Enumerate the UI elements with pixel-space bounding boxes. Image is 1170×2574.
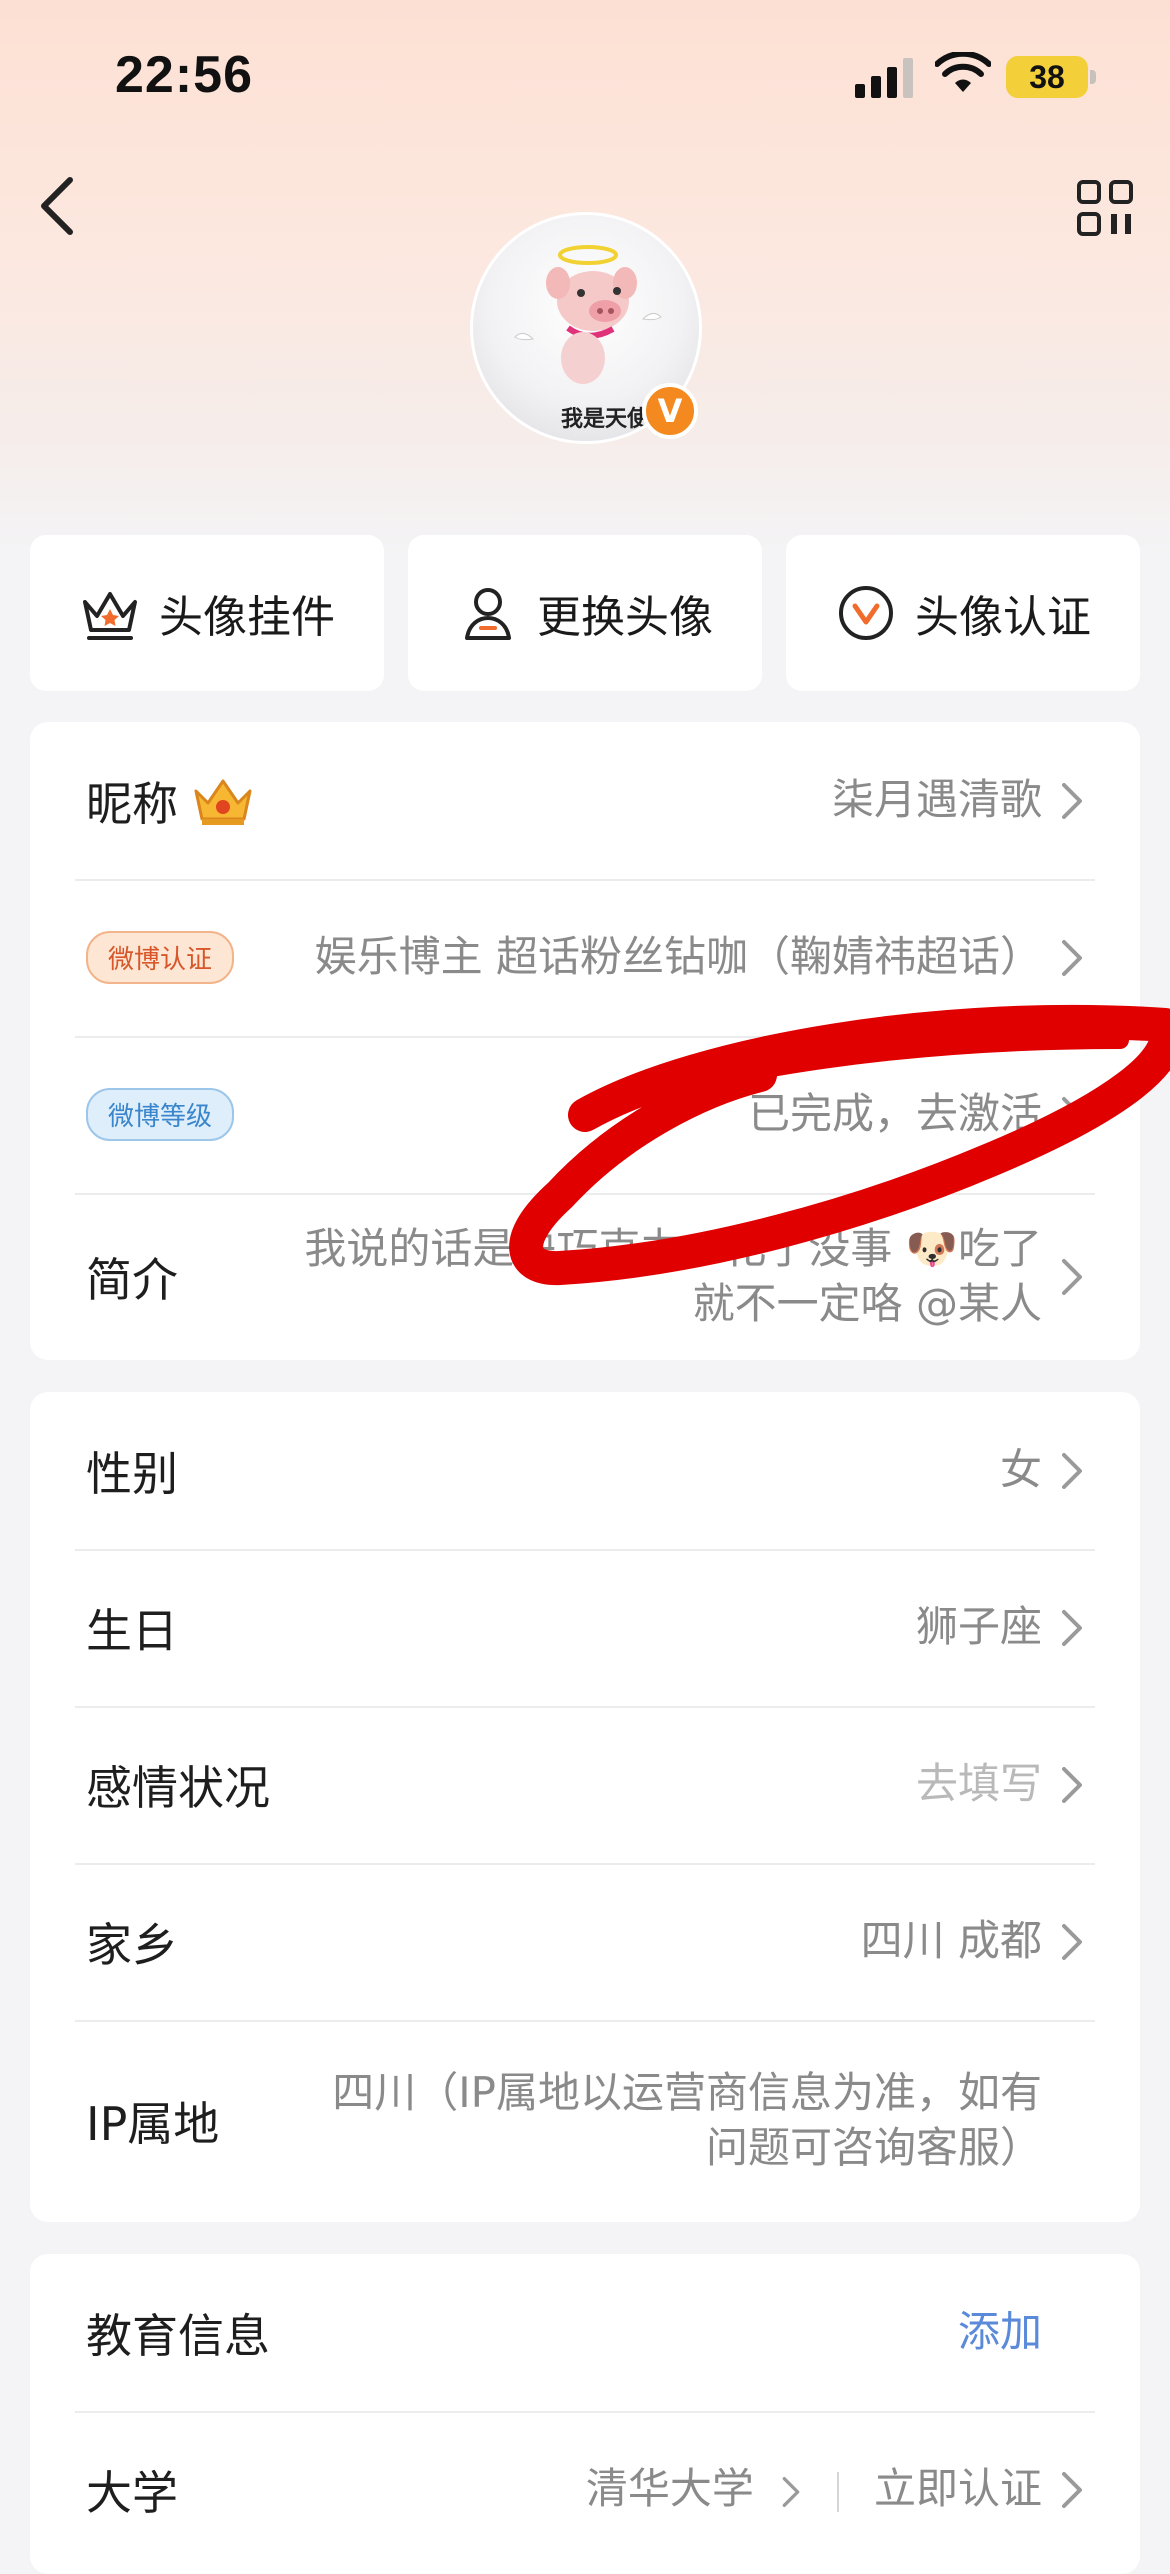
change-avatar-button[interactable]: 更换头像 (408, 535, 762, 691)
ip-label: IP属地 (86, 2097, 220, 2151)
hometown-value: 四川 成都 (860, 1916, 1042, 1966)
birthday-row[interactable]: 生日 狮子座 (30, 1549, 1140, 1706)
bio-row[interactable]: 简介 我说的话是块巧克力，化了没事 🐶吃了 就不一定咯 @某人 (30, 1193, 1140, 1360)
v-badge-icon (839, 586, 893, 640)
gold-crown-icon (194, 779, 252, 825)
gender-row[interactable]: 性别 女 (30, 1392, 1140, 1549)
university-value-group: 清华大学 立即认证 (178, 2462, 1060, 2517)
status-bar: 22:56 38 (0, 0, 1170, 150)
certification-value: 娱乐博主 超话粉丝钻咖（鞠婧祎超话） (314, 932, 1042, 982)
university-row[interactable]: 大学 清华大学 立即认证 (30, 2411, 1140, 2568)
wifi-icon (935, 52, 991, 92)
birthday-label: 生日 (86, 1603, 178, 1658)
person-icon (465, 588, 511, 640)
avatar-verify-button[interactable]: 头像认证 (786, 535, 1140, 691)
education-add-button[interactable]: 添加 (270, 2305, 1084, 2360)
chevron-right-icon (1062, 1923, 1082, 1960)
weibo-level-tag: 微博等级 (86, 1088, 235, 1141)
level-tag-wrap: 微博等级 (86, 1088, 235, 1141)
battery-level: 38 (1006, 56, 1088, 98)
chevron-right-icon (782, 2476, 800, 2507)
relationship-value: 去填写 (915, 1759, 1042, 1809)
bio-label: 简介 (86, 1252, 178, 1307)
nickname-row[interactable]: 昵称 柒月遇清歌 (30, 722, 1140, 879)
weibo-level-row[interactable]: 微博等级 已完成，去激活 (30, 1036, 1140, 1193)
avatar-pendant-button[interactable]: 头像挂件 (30, 535, 384, 691)
ip-value: 四川（IP属地以运营商信息为准，如有 问题可咨询客服） (219, 2066, 1084, 2175)
level-value: 已完成，去激活 (747, 1089, 1042, 1139)
ip-line-2: 问题可咨询客服） (705, 2123, 1042, 2172)
university-label: 大学 (86, 2465, 178, 2520)
chevron-right-icon (1062, 939, 1082, 976)
bio-line-2: 就不一定咯 @某人 (692, 1278, 1042, 1328)
university-value: 清华大学 (585, 2464, 754, 2514)
avatar-caption: 我是天使 (561, 407, 650, 432)
cert-tag-wrap: 微博认证 (86, 931, 235, 984)
gender-label: 性别 (86, 1446, 178, 1501)
avatar-verify-label: 头像认证 (915, 592, 1091, 643)
university-verify-link[interactable]: 立即认证 (874, 2464, 1042, 2513)
avatar-action-row: 头像挂件 更换头像 头像认证 (30, 535, 1140, 691)
chevron-right-icon (1062, 1096, 1082, 1133)
status-time: 22:56 (115, 46, 253, 104)
relationship-row[interactable]: 感情状况 去填写 (30, 1706, 1140, 1863)
avatar-pendant-label: 头像挂件 (159, 592, 335, 643)
personal-details-card: 性别 女 生日 狮子座 感情状况 去填写 家乡 四川 成都 IP属地 四川（IP… (30, 1392, 1140, 2222)
weibo-certification-row[interactable]: 微博认证 娱乐博主 超话粉丝钻咖（鞠婧祎超话） (30, 879, 1140, 1036)
chevron-right-icon (1062, 1258, 1082, 1295)
education-header-row: 教育信息 添加 (30, 2254, 1140, 2411)
cellular-signal-icon (855, 58, 913, 98)
hometown-row[interactable]: 家乡 四川 成都 (30, 1863, 1140, 2020)
chevron-right-icon (1062, 1452, 1082, 1489)
chevron-right-icon (1062, 2471, 1082, 2508)
weibo-certification-tag: 微博认证 (86, 931, 235, 984)
ip-location-row: IP属地 四川（IP属地以运营商信息为准，如有 问题可咨询客服） (30, 2020, 1140, 2222)
chevron-right-icon (1062, 782, 1082, 819)
education-card: 教育信息 添加 大学 清华大学 立即认证 (30, 2254, 1140, 2574)
education-title: 教育信息 (86, 2308, 270, 2363)
pig-avatar-image (514, 245, 662, 384)
basic-info-card: 昵称 柒月遇清歌 微博认证 娱乐博主 超话粉丝钻咖（鞠婧祎超话） 微博等级 已完… (30, 722, 1140, 1360)
hometown-label: 家乡 (86, 1917, 178, 1972)
chevron-right-icon (1062, 1609, 1082, 1646)
birthday-value: 狮子座 (915, 1602, 1042, 1652)
change-avatar-label: 更换头像 (537, 592, 713, 643)
battery-tip (1090, 70, 1096, 84)
nickname-label-group: 昵称 (86, 768, 254, 834)
chevron-right-icon (1062, 1766, 1082, 1803)
crown-icon (83, 592, 137, 640)
ip-line-1: 四川（IP属地以运营商信息为准，如有 (332, 2068, 1042, 2118)
relationship-label: 感情状况 (86, 1760, 270, 1815)
vertical-divider (836, 2471, 839, 2512)
nickname-label: 昵称 (86, 776, 178, 831)
bio-line-1: 我说的话是块巧克力，化了没事 🐶吃了 (304, 1223, 1042, 1273)
back-arrow-icon[interactable] (30, 170, 90, 240)
qr-code-icon[interactable] (1075, 178, 1135, 238)
nickname-value: 柒月遇清歌 (831, 775, 1042, 825)
gender-value: 女 (999, 1445, 1042, 1495)
verified-badge-icon: V (642, 383, 698, 439)
bio-value: 我说的话是块巧克力，化了没事 🐶吃了 就不一定咯 @某人 (178, 1222, 1060, 1331)
